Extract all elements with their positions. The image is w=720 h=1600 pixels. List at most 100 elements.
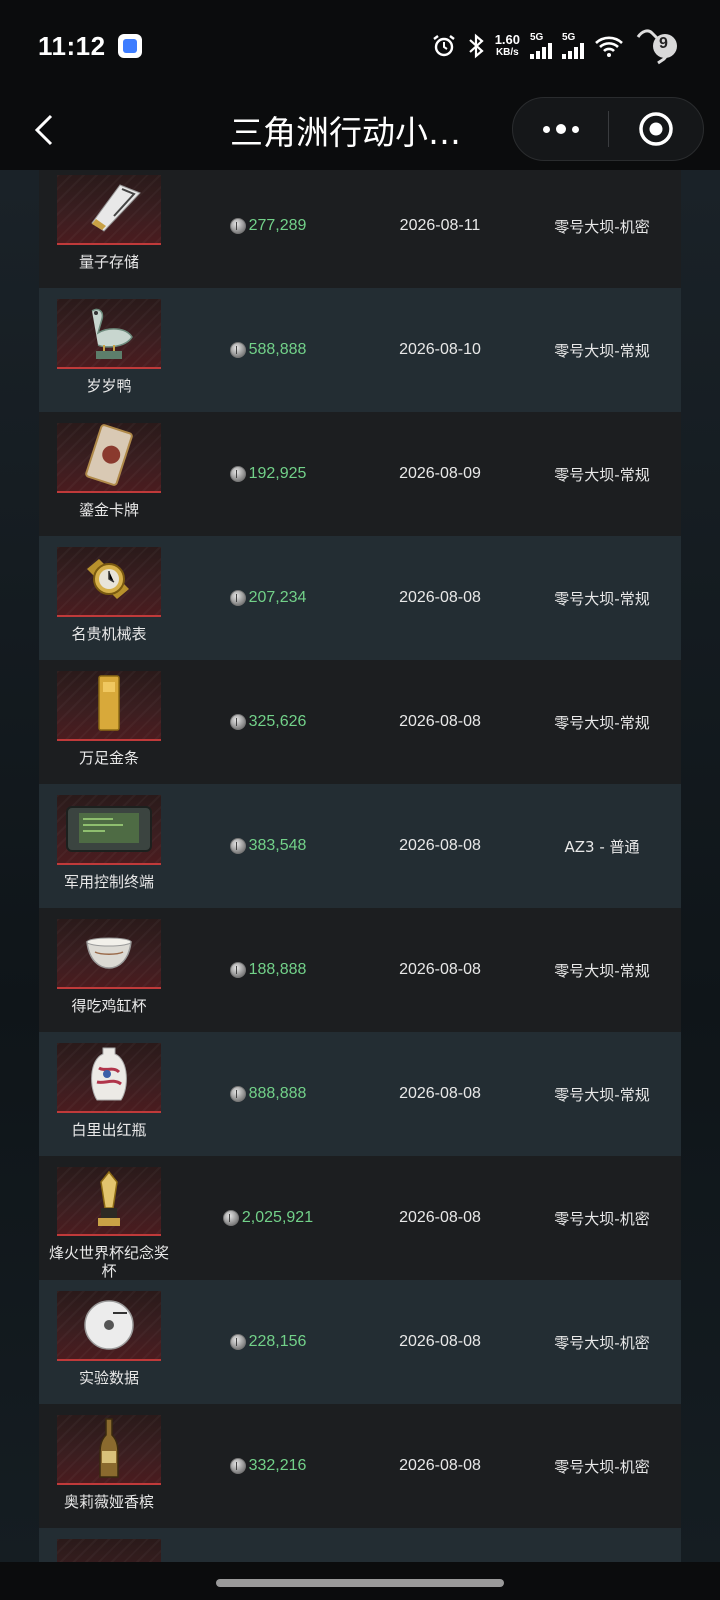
price-cell: 383,548 [179,837,357,855]
record-row[interactable]: 得吃鸡缸杯 188,888 2026-08-08 零号大坝-常规 [39,908,681,1032]
close-mini-program-button[interactable] [609,98,703,160]
item-cell [39,1528,179,1562]
item-name: 烽火世界杯纪念奖杯 [49,1244,170,1280]
record-row[interactable]: 白里出红瓶 888,888 2026-08-08 零号大坝-常规 [39,1032,681,1156]
price-value: 888,888 [248,1085,307,1102]
coin-icon [229,218,246,234]
duck-statue-icon [57,299,161,369]
record-row[interactable]: 岁岁鸭 588,888 2026-08-10 零号大坝-常规 [39,288,681,412]
network-speed: 1.60 KB/s [495,33,520,59]
champagne-icon [57,1415,161,1485]
status-icons: 1.60 KB/s 5G 5G 9 [431,27,682,65]
trophy-icon [57,1167,161,1236]
dot-icon [542,125,550,133]
gesture-bar [0,1562,720,1600]
record-list: 量子存储 277,289 2026-08-11 零号大坝-机密 岁岁鸭 588,888 20… [39,170,681,1562]
price-cell: 325,626 [179,713,357,731]
date-value: 2026-08-11 [399,217,481,234]
price-cell: 277,289 [179,217,357,235]
price-cell: 192,925 [179,465,357,483]
signal-bars-icon [562,43,584,59]
mini-program-capsule [512,97,704,161]
price-cell: 2,025,921 [179,1209,357,1227]
quantum-storage-icon [57,175,161,245]
dot-icon [571,125,579,133]
date-value: 2026-08-08 [399,1209,481,1226]
price-value: 192,925 [248,465,307,482]
item-cell: 军用控制终端 [39,784,179,908]
battery-icon [636,29,677,65]
record-row[interactable]: 军用控制终端 383,548 2026-08-08 AZ3 - 普通 [39,784,681,908]
price-value: 588,888 [248,341,307,358]
more-button[interactable] [513,98,608,160]
item-cell: 得吃鸡缸杯 [39,908,179,1032]
status-time: 11:12 [38,30,106,61]
item-name: 万足金条 [78,749,139,767]
record-row[interactable] [39,1528,681,1562]
coin-icon [229,714,246,730]
coin-icon [229,838,246,854]
gold-bar-icon [57,671,161,741]
item-name: 量子存储 [78,253,139,271]
content-area[interactable]: 量子存储 277,289 2026-08-11 零号大坝-机密 岁岁鸭 588,888 20… [0,170,720,1562]
record-row[interactable]: 烽火世界杯纪念奖杯 2,025,921 2026-08-08 零号大坝-机密 [39,1156,681,1280]
item-name: 鎏金卡牌 [78,501,139,519]
date-value: 2026-08-08 [399,713,481,730]
record-row[interactable]: 万足金条 325,626 2026-08-08 零号大坝-常规 [39,660,681,784]
coin-icon [229,1334,246,1350]
back-button[interactable] [24,110,64,150]
map-value: 零号大坝-常规 [554,1085,650,1104]
home-indicator[interactable] [216,1579,504,1587]
record-row[interactable]: 实验数据 228,156 2026-08-08 零号大坝-机密 [39,1280,681,1404]
network-speed-value: 1.60 [494,32,520,47]
map-value: AZ3 - 普通 [564,837,640,856]
price-value: 325,626 [248,713,307,730]
chevron-left-icon [34,114,53,146]
item-cell: 万足金条 [39,660,179,784]
battery-indicator: 9 [634,27,682,65]
record-row[interactable]: 名贵机械表 207,234 2026-08-08 零号大坝-常规 [39,536,681,660]
date-value: 2026-08-10 [399,341,481,358]
gilded-card-icon [57,423,161,493]
vase-icon [57,1043,161,1113]
price-value: 188,888 [248,961,307,978]
date-value: 2026-08-08 [399,837,481,854]
record-row[interactable]: 鎏金卡牌 192,925 2026-08-09 零号大坝-常规 [39,412,681,536]
price-cell: 188,888 [179,961,357,979]
item-icon [57,1539,161,1562]
price-value: 277,289 [248,217,307,234]
coin-icon [229,962,246,978]
page-title: 三角洲行动小… [230,113,461,152]
wifi-icon [594,34,624,58]
price-cell: 888,888 [179,1085,357,1103]
price-value: 207,234 [248,589,307,606]
signal-2: 5G [562,33,584,59]
coin-icon [222,1210,239,1226]
status-bar: 11:12 1.60 KB/s 5G 5G 9 [0,0,720,92]
network-speed-unit: KB/s [495,47,519,58]
item-cell: 奥莉薇娅香槟 [39,1404,179,1528]
record-row[interactable]: 量子存储 277,289 2026-08-11 零号大坝-机密 [39,170,681,288]
price-value: 332,216 [248,1457,307,1474]
control-terminal-icon [57,795,161,865]
price-cell: 207,234 [179,589,357,607]
coin-icon [229,1458,246,1474]
price-cell: 228,156 [179,1333,357,1351]
record-row[interactable]: 奥莉薇娅香槟 332,216 2026-08-08 零号大坝-机密 [39,1404,681,1528]
item-name: 得吃鸡缸杯 [71,997,147,1015]
item-cell: 白里出红瓶 [39,1032,179,1156]
battery-level: 9 [659,35,668,52]
item-name: 实验数据 [78,1369,139,1387]
item-name: 岁岁鸭 [86,377,132,395]
cup-icon [57,919,161,989]
app-notification-icon [117,34,142,58]
watch-icon [57,547,161,617]
map-value: 零号大坝-机密 [554,1333,650,1352]
coin-icon [229,590,246,606]
price-cell: 332,216 [179,1457,357,1475]
item-cell: 鎏金卡牌 [39,412,179,536]
map-value: 零号大坝-机密 [554,1457,650,1476]
map-value: 零号大坝-常规 [554,589,650,608]
date-value: 2026-08-09 [399,465,481,482]
price-value: 2,025,921 [241,1209,314,1226]
